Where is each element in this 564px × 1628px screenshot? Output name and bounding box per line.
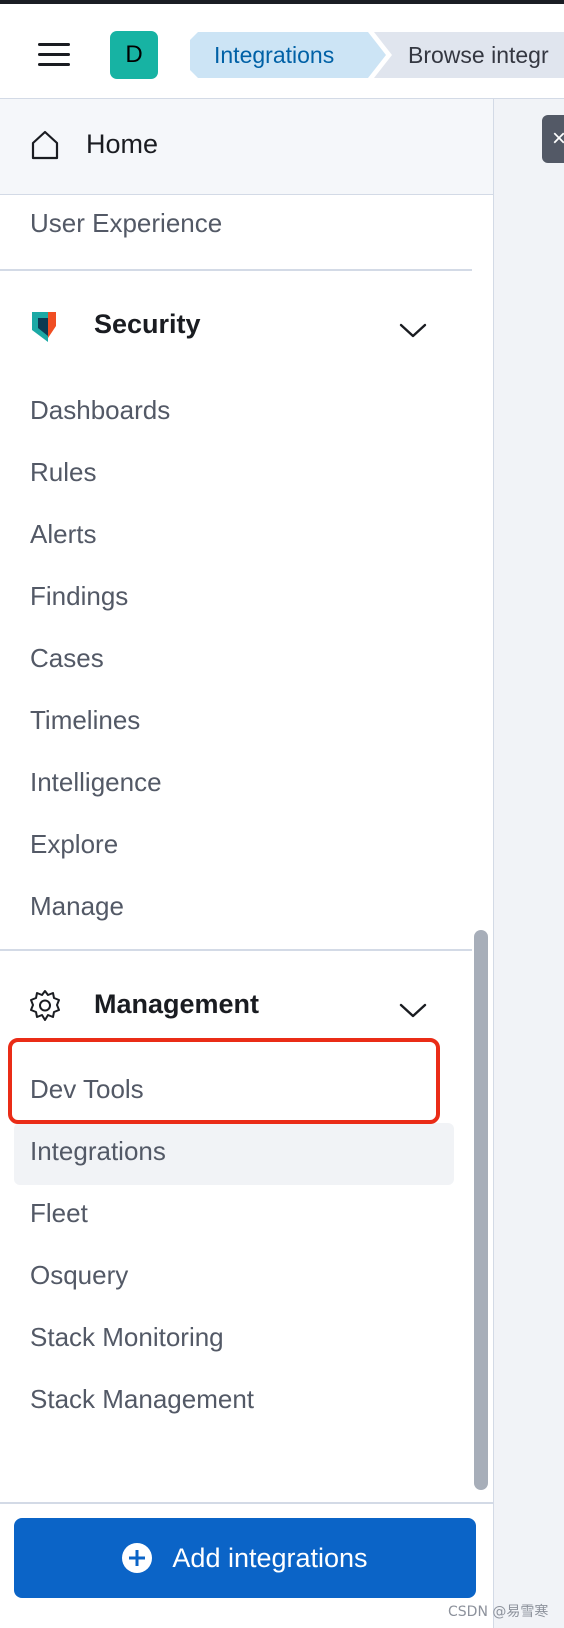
navigation-flyout: Home User Experience Security Dashboards… bbox=[0, 99, 494, 1628]
chevron-down-icon[interactable] bbox=[398, 1000, 428, 1020]
divider bbox=[0, 269, 472, 271]
plus-circle-icon bbox=[122, 1543, 153, 1573]
add-integrations-label: Add integrations bbox=[172, 1542, 368, 1573]
nav-group-management-title[interactable]: Management bbox=[94, 989, 259, 1020]
nav-item-integrations[interactable]: Integrations bbox=[30, 1136, 166, 1167]
nav-item-dashboards[interactable]: Dashboards bbox=[30, 395, 170, 426]
divider bbox=[0, 949, 472, 951]
breadcrumb-integrations[interactable]: Integrations bbox=[190, 32, 386, 78]
nav-item-intelligence[interactable]: Intelligence bbox=[30, 767, 162, 798]
top-header: D Integrations Browse integr bbox=[0, 0, 564, 99]
nav-item-fleet[interactable]: Fleet bbox=[30, 1198, 88, 1229]
nav-item-osquery[interactable]: Osquery bbox=[30, 1260, 128, 1291]
add-integrations-button[interactable]: Add integrations bbox=[14, 1518, 476, 1598]
nav-group-security-title[interactable]: Security bbox=[94, 309, 201, 340]
nav-item-explore[interactable]: Explore bbox=[30, 829, 118, 860]
nav-item-findings[interactable]: Findings bbox=[30, 581, 128, 612]
home-icon bbox=[31, 130, 59, 160]
close-flyout-icon[interactable]: × bbox=[542, 115, 564, 163]
nav-home[interactable]: Home bbox=[0, 99, 493, 195]
nav-item-cases[interactable]: Cases bbox=[30, 643, 104, 674]
avatar[interactable]: D bbox=[110, 31, 158, 79]
nav-item-manage[interactable]: Manage bbox=[30, 891, 124, 922]
nav-item-alerts[interactable]: Alerts bbox=[30, 519, 96, 550]
gear-icon bbox=[30, 990, 60, 1021]
chevron-down-icon[interactable] bbox=[398, 320, 428, 340]
scrollbar-thumb[interactable] bbox=[474, 930, 488, 1490]
nav-item-stack-monitoring[interactable]: Stack Monitoring bbox=[30, 1322, 224, 1353]
breadcrumb-browse-integrations[interactable]: Browse integr bbox=[374, 32, 564, 78]
divider bbox=[0, 1502, 493, 1504]
nav-item-stack-management[interactable]: Stack Management bbox=[30, 1384, 254, 1415]
nav-item-timelines[interactable]: Timelines bbox=[30, 705, 140, 736]
watermark: CSDN @易雪寒 bbox=[448, 1604, 549, 1620]
main-content-area bbox=[494, 99, 564, 1628]
hamburger-menu-icon[interactable] bbox=[32, 34, 76, 74]
nav-item-rules[interactable]: Rules bbox=[30, 457, 96, 488]
red-annotation-box bbox=[8, 1038, 440, 1124]
security-logo-icon bbox=[32, 312, 56, 342]
nav-item-user-experience[interactable]: User Experience bbox=[30, 208, 222, 239]
nav-home-label: Home bbox=[86, 129, 159, 159]
